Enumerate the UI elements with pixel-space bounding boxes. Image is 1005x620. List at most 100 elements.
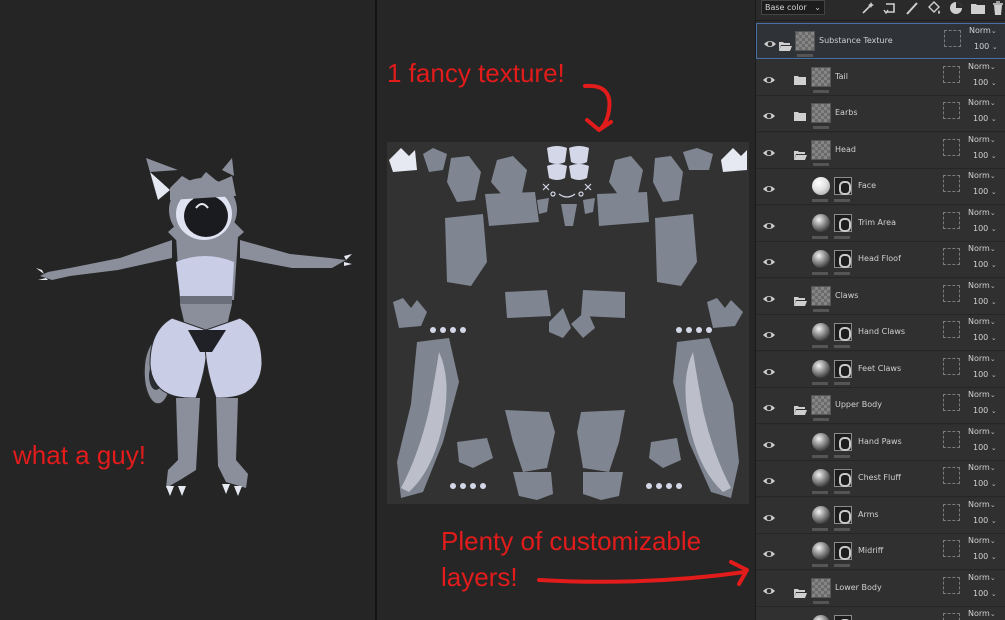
blend-mode-select[interactable]: Norm⌄ (968, 281, 996, 290)
trash-icon[interactable] (990, 0, 1005, 16)
add-effect-icon[interactable] (860, 0, 876, 16)
blend-mode-select[interactable]: Norm⌄ (968, 427, 996, 436)
visibility-eye-icon[interactable] (762, 290, 776, 302)
layer-slot-box[interactable] (943, 284, 960, 302)
visibility-eye-icon[interactable] (762, 144, 776, 156)
layer-row[interactable]: Chest Fluff Norm⌄ 100 ⌄ (756, 461, 1005, 497)
paint-brush-icon[interactable] (904, 0, 920, 16)
layer-row[interactable]: Tail Norm⌄ 100 ⌄ (756, 59, 1005, 96)
layer-name[interactable]: Chest Fluff (858, 473, 901, 482)
blend-mode-select[interactable]: Norm⌄ (968, 317, 996, 326)
layer-mask-icon[interactable] (834, 177, 852, 195)
blend-mode-select[interactable]: Norm⌄ (968, 536, 996, 545)
opacity-field[interactable]: 100 ⌄ (973, 443, 997, 452)
folder-open-icon[interactable] (793, 401, 807, 415)
opacity-field[interactable]: 100 ⌄ (973, 297, 997, 306)
layer-slot-box[interactable] (944, 30, 961, 47)
blend-mode-select[interactable]: Norm⌄ (968, 609, 996, 618)
layer-name[interactable]: Tail (835, 72, 848, 81)
layer-slot-box[interactable] (943, 576, 960, 594)
visibility-eye-icon[interactable] (763, 35, 777, 47)
layer-row[interactable]: Hand Claws Norm⌄ 100 ⌄ (756, 315, 1005, 351)
layer-name[interactable]: Feet Claws (858, 364, 901, 373)
opacity-field[interactable]: 100 ⌄ (973, 552, 997, 561)
opacity-field[interactable]: 100 ⌄ (973, 151, 997, 160)
layer-name[interactable]: Claws (835, 291, 858, 300)
layer-mask-icon[interactable] (834, 615, 852, 620)
opacity-field[interactable]: 100 ⌄ (973, 187, 997, 196)
layer-name[interactable]: Hand Paws (858, 437, 902, 446)
layer-name[interactable]: Head Floof (858, 254, 901, 263)
layer-slot-box[interactable] (943, 430, 960, 448)
visibility-eye-icon[interactable] (762, 399, 776, 411)
opacity-field[interactable]: 100 ⌄ (973, 114, 997, 123)
visibility-eye-icon[interactable] (762, 545, 776, 557)
visibility-eye-icon[interactable] (762, 582, 776, 594)
folder-open-icon[interactable] (778, 37, 792, 51)
layer-slot-box[interactable] (943, 211, 960, 229)
layer-mask-icon[interactable] (834, 505, 852, 524)
layer-row[interactable]: Upper Body Norm⌄ 100 ⌄ (756, 388, 1005, 424)
layer-slot-box[interactable] (943, 540, 960, 557)
character-model[interactable] (0, 0, 375, 620)
visibility-eye-icon[interactable] (762, 71, 776, 83)
layer-name[interactable]: Substance Texture (819, 36, 893, 45)
fill-icon[interactable] (926, 0, 942, 16)
visibility-eye-icon[interactable] (762, 180, 776, 192)
blend-mode-select[interactable]: Norm⌄ (968, 98, 996, 107)
layer-mask-icon[interactable] (834, 323, 852, 341)
layer-mask-icon[interactable] (834, 250, 852, 268)
visibility-eye-icon[interactable] (762, 436, 776, 448)
opacity-field[interactable]: 100 ⌄ (973, 589, 997, 598)
layer-slot-box[interactable] (943, 65, 960, 83)
layer-row[interactable]: Norm⌄ ⌄ (756, 607, 1005, 620)
blend-mode-select[interactable]: Norm⌄ (968, 463, 996, 472)
layer-slot-box[interactable] (943, 503, 960, 521)
layer-mask-icon[interactable] (834, 432, 852, 451)
layer-slot-box[interactable] (943, 248, 960, 265)
folder-icon[interactable] (793, 71, 807, 85)
opacity-field[interactable]: 100 ⌄ (973, 406, 997, 415)
layer-row[interactable]: Trim Area Norm⌄ 100 ⌄ (756, 205, 1005, 242)
layer-slot-box[interactable] (943, 613, 960, 620)
layer-name[interactable]: Earbs (835, 108, 858, 117)
layer-row[interactable]: Earbs Norm⌄ 100 ⌄ (756, 96, 1005, 132)
opacity-field[interactable]: 100 ⌄ (973, 224, 997, 233)
visibility-eye-icon[interactable] (762, 363, 776, 375)
blend-mode-select[interactable]: Norm⌄ (968, 62, 996, 71)
layer-slot-box[interactable] (943, 321, 960, 338)
uv-texture-canvas[interactable] (387, 142, 749, 504)
blend-mode-select[interactable]: Norm⌄ (968, 171, 996, 180)
channel-select[interactable]: Base color ⌄ (761, 0, 825, 15)
viewport-2d[interactable]: 1 fancy texture! Plenty of customizable … (377, 0, 755, 620)
blend-mode-select[interactable]: Norm⌄ (969, 26, 997, 35)
folder-open-icon[interactable] (793, 292, 807, 306)
layer-slot-box[interactable] (943, 467, 960, 484)
blend-mode-select[interactable]: Norm⌄ (968, 390, 996, 399)
layer-row[interactable]: Claws Norm⌄ 100 ⌄ (756, 278, 1005, 315)
layer-name[interactable]: Arms (858, 510, 879, 519)
layer-row[interactable]: Substance Texture Norm⌄ 100 ⌄ (756, 23, 1005, 59)
visibility-eye-icon[interactable] (762, 326, 776, 338)
visibility-eye-icon[interactable] (762, 253, 776, 265)
blend-mode-select[interactable]: Norm⌄ (968, 354, 996, 363)
opacity-field[interactable]: 100 ⌄ (974, 42, 998, 51)
blend-mode-select[interactable]: Norm⌄ (968, 135, 996, 144)
layer-name[interactable]: Trim Area (858, 218, 896, 227)
layer-slot-box[interactable] (943, 175, 960, 192)
layer-row[interactable]: Lower Body Norm⌄ 100 ⌄ (756, 570, 1005, 607)
layer-mask-icon[interactable] (834, 213, 852, 232)
layer-slot-box[interactable] (943, 138, 960, 156)
opacity-field[interactable]: 100 ⌄ (973, 516, 997, 525)
layer-row[interactable]: Feet Claws Norm⌄ 100 ⌄ (756, 351, 1005, 388)
layer-row[interactable]: Hand Paws Norm⌄ 100 ⌄ (756, 424, 1005, 461)
viewport-3d[interactable]: what a guy! (0, 0, 375, 620)
visibility-eye-icon[interactable] (762, 509, 776, 521)
layer-name[interactable]: Upper Body (835, 400, 882, 409)
visibility-eye-icon[interactable] (762, 107, 776, 119)
layer-row[interactable]: Head Norm⌄ 100 ⌄ (756, 132, 1005, 169)
layer-name[interactable]: Face (858, 181, 876, 190)
blend-mode-select[interactable]: Norm⌄ (968, 500, 996, 509)
layer-name[interactable]: Hand Claws (858, 327, 905, 336)
folder-icon[interactable] (970, 0, 986, 16)
